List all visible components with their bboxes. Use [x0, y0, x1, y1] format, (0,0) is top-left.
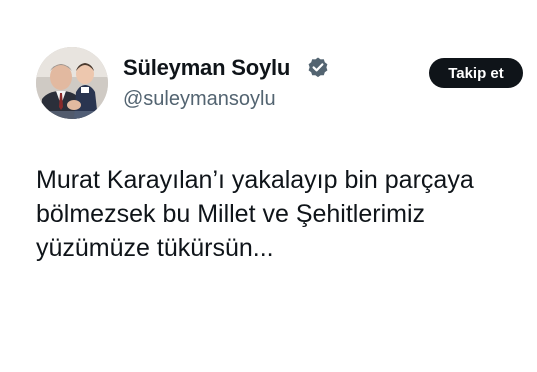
- tweet-text-line: yüzümüze tükürsün...: [36, 234, 274, 262]
- avatar-photo: [36, 47, 108, 119]
- display-name[interactable]: Süleyman Soylu: [123, 55, 290, 81]
- user-handle[interactable]: @suleymansoylu: [123, 88, 276, 111]
- tweet-text-line: Murat Karayılan’ı yakalayıp bin parçaya: [36, 166, 474, 194]
- follow-button[interactable]: Takip et: [429, 58, 523, 88]
- tweet-text: Murat Karayılan’ı yakalayıp bin parçaya …: [36, 163, 526, 265]
- verified-badge-icon: [308, 57, 328, 78]
- tweet-card: Süleyman Soylu @suleymansoylu Takip et M…: [0, 0, 537, 372]
- tweet-text-line: bölmezsek bu Millet ve Şehitlerimiz: [36, 200, 426, 228]
- avatar[interactable]: [36, 47, 108, 119]
